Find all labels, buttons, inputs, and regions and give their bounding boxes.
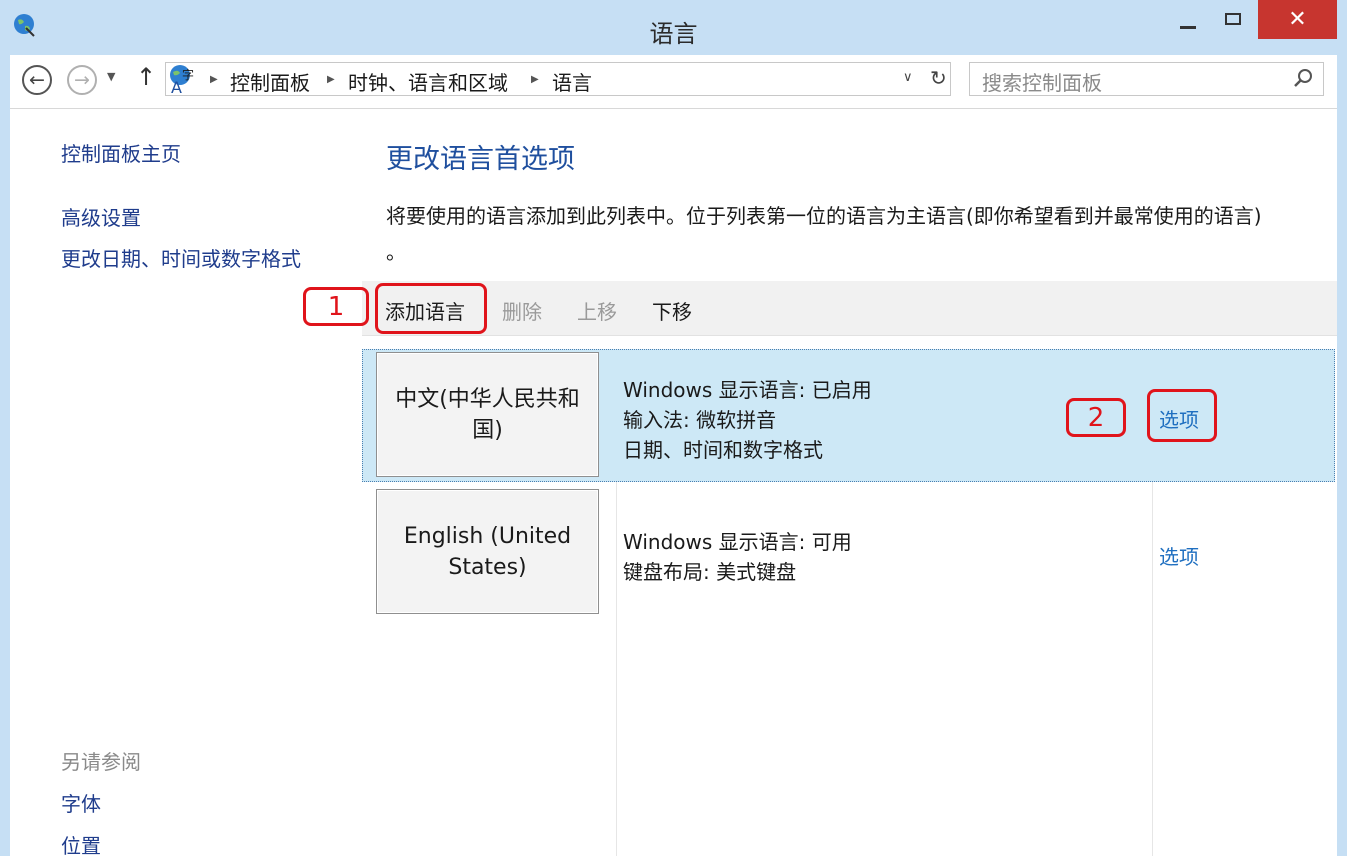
refresh-icon[interactable]: ↻ — [930, 66, 947, 90]
sidebar-item-advanced-settings[interactable]: 高级设置 — [61, 202, 141, 231]
see-also-location[interactable]: 位置 — [61, 830, 101, 859]
up-level-button[interactable]: ↑ — [136, 63, 156, 91]
page-description-end: 。 — [386, 240, 406, 264]
back-button[interactable]: ← — [22, 65, 52, 95]
breadcrumb-separator-icon[interactable]: ▶ — [531, 74, 539, 85]
forward-arrow-icon: → — [74, 69, 90, 91]
remove-button[interactable]: 删除 — [502, 296, 542, 325]
language-detail: 键盘布局: 美式键盘 — [623, 560, 797, 584]
sidebar-control-panel-home[interactable]: 控制面板主页 — [61, 138, 181, 167]
svg-text:A: A — [171, 78, 182, 95]
back-arrow-icon: ← — [29, 69, 45, 91]
svg-text:字: 字 — [182, 67, 194, 82]
window-title: 语言 — [649, 20, 698, 48]
sidebar-item-change-date-time-format[interactable]: 更改日期、时间或数字格式 — [61, 243, 301, 272]
language-detail: Windows 显示语言: 可用 — [623, 530, 852, 554]
breadcrumb-separator-icon[interactable]: ▶ — [327, 74, 335, 85]
language-detail: Windows 显示语言: 已启用 — [623, 378, 872, 402]
language-detail: 日期、时间和数字格式 — [623, 438, 823, 462]
maximize-icon — [1225, 13, 1241, 25]
page-description: 将要使用的语言添加到此列表中。位于列表第一位的语言为主语言(即你希望看到并最常使… — [386, 204, 1262, 228]
page-title: 更改语言首选项 — [386, 144, 575, 175]
chevron-down-icon[interactable]: ∨ — [903, 70, 913, 85]
language-globe-icon: 字 A — [170, 65, 194, 95]
minimize-icon — [1180, 26, 1196, 29]
search-placeholder: 搜索控制面板 — [982, 71, 1102, 95]
see-also-fonts[interactable]: 字体 — [61, 788, 101, 817]
annotation-highlight — [1147, 389, 1217, 442]
minimize-button[interactable] — [1172, 0, 1212, 40]
window-frame-left — [0, 55, 10, 856]
language-name-tile[interactable]: 中文(中华人民共和国) — [376, 352, 599, 477]
language-name: English (United States) — [403, 523, 572, 580]
annotation-number: 2 — [1087, 403, 1105, 433]
maximize-button[interactable] — [1218, 0, 1258, 40]
breadcrumb-clock-language-region[interactable]: 时钟、语言和区域 — [348, 67, 508, 96]
options-link[interactable]: 选项 — [1159, 541, 1199, 570]
close-button[interactable]: ✕ — [1258, 0, 1337, 39]
annotation-highlight — [375, 283, 487, 334]
see-also-heading: 另请参阅 — [61, 750, 141, 774]
annotation-number: 1 — [327, 292, 345, 322]
move-up-button[interactable]: 上移 — [577, 296, 617, 325]
language-detail: 输入法: 微软拼音 — [623, 408, 777, 432]
recent-locations-dropdown[interactable]: ▼ — [107, 70, 115, 83]
search-icon[interactable] — [1292, 68, 1314, 90]
forward-button[interactable]: → — [67, 65, 97, 95]
language-name-tile[interactable]: English (United States) — [376, 489, 599, 614]
language-name: 中文(中华人民共和国) — [395, 386, 580, 443]
breadcrumb-control-panel[interactable]: 控制面板 — [230, 67, 310, 96]
breadcrumb-separator-icon[interactable]: ▶ — [210, 74, 218, 85]
move-down-button[interactable]: 下移 — [652, 296, 692, 325]
window-frame-right — [1337, 55, 1347, 856]
breadcrumb-language[interactable]: 语言 — [552, 67, 592, 96]
